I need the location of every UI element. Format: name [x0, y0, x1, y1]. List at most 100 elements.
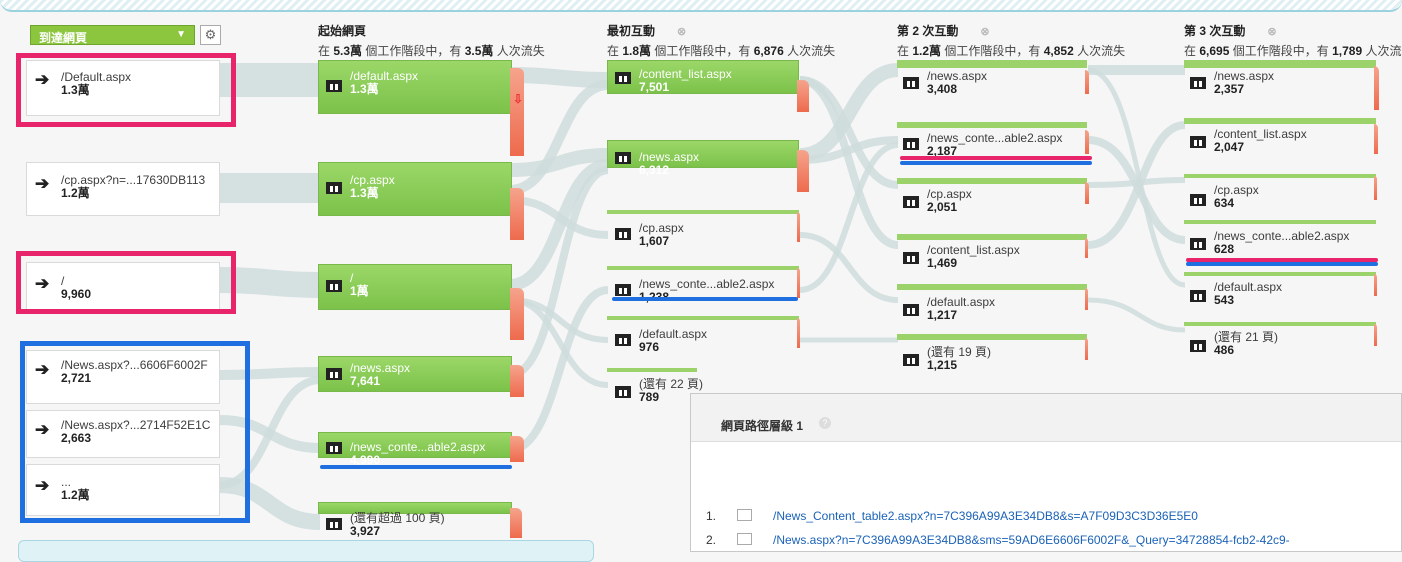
drop-arrow-icon: ⇩ — [513, 92, 524, 106]
chevron-down-icon: ▼ — [176, 29, 186, 40]
start-page-node[interactable]: /news_conte...able2.aspx 4,990 — [318, 432, 512, 467]
drop-off-bar[interactable] — [1085, 288, 1088, 310]
third-interaction-node[interactable]: (還有 21 頁) 486 — [1184, 322, 1376, 362]
panel-header: 網頁路徑層級 1 ? — [691, 394, 1401, 442]
first-interaction-node[interactable]: /default.aspx 976 — [607, 316, 799, 356]
drop-off-bar[interactable] — [510, 436, 524, 462]
start-page-label: (還有超過 100 頁) 3,927 — [350, 511, 445, 538]
page-icon — [1190, 340, 1206, 352]
page-icon — [903, 138, 919, 150]
drop-off-bar[interactable] — [797, 268, 800, 298]
path-link[interactable]: /News.aspx?n=7C396A99A3E34DB8&sms=59AD6E… — [773, 533, 1290, 547]
page-icon — [615, 72, 631, 84]
third-interaction-node[interactable]: /content_list.aspx 2,047 — [1184, 118, 1376, 158]
page-icon — [615, 228, 631, 240]
page-icon — [326, 280, 342, 292]
column-title: 第 3 次互動 — [1184, 24, 1246, 38]
third-interaction-node[interactable]: /default.aspx 543 — [1184, 272, 1376, 312]
blue-underline — [900, 161, 1092, 165]
second-interaction-node[interactable]: /cp.aspx 2,051 — [897, 178, 1087, 218]
page-icon — [326, 368, 342, 380]
page-icon — [615, 334, 631, 346]
page-icon — [903, 196, 919, 208]
page-icon — [1190, 194, 1206, 206]
third-interaction-node[interactable]: /cp.aspx 634 — [1184, 174, 1376, 214]
first-interaction-node[interactable]: (還有 22 頁) 789 — [607, 368, 703, 404]
drop-off-bar[interactable] — [797, 318, 800, 348]
second-interaction-node[interactable]: /news.aspx 3,408 — [897, 60, 1087, 100]
column-title: 第 2 次互動 — [897, 24, 959, 38]
first-interaction-node[interactable]: /content_list.aspx 7,501 — [607, 60, 799, 94]
third-interaction-node[interactable]: /news.aspx 2,357 — [1184, 60, 1376, 100]
blue-underline — [320, 465, 512, 469]
close-icon[interactable]: ⊗ — [1267, 25, 1276, 38]
entry-arrow-icon: ➔ — [35, 174, 50, 193]
drop-off-bar[interactable] — [1085, 70, 1089, 94]
panel-title: 網頁路徑層級 1 — [721, 419, 804, 433]
drop-off-bar[interactable] — [1085, 338, 1088, 360]
drop-off-bar[interactable] — [510, 365, 524, 397]
pink-highlight-box — [16, 53, 236, 127]
drop-off-bar[interactable] — [1374, 274, 1377, 296]
page-icon — [903, 252, 919, 264]
page-icon — [1190, 290, 1206, 302]
page-box-icon — [737, 533, 752, 545]
drop-off-bar[interactable] — [1085, 182, 1089, 204]
page-icon — [326, 518, 342, 530]
close-icon[interactable]: ⊗ — [677, 25, 686, 38]
drop-off-bar[interactable] — [797, 80, 809, 112]
drop-off-bar[interactable] — [510, 288, 524, 340]
blue-underline — [612, 297, 798, 301]
tooltip-bubble — [18, 540, 594, 562]
start-page-node[interactable]: /default.aspx 1.3萬 — [318, 60, 512, 114]
page-icon — [326, 182, 342, 194]
dimension-label: 到達網頁 — [39, 31, 88, 45]
drop-off-bar[interactable] — [1085, 238, 1088, 258]
dimension-dropdown[interactable]: 到達網頁 ▼ — [30, 25, 195, 45]
drop-off-bar[interactable] — [510, 188, 524, 240]
drop-off-bar[interactable] — [797, 150, 809, 192]
page-icon — [615, 284, 631, 296]
page-icon — [903, 354, 919, 366]
close-icon[interactable]: ⊗ — [980, 25, 989, 38]
second-interaction-node[interactable]: (還有 19 頁) 1,215 — [897, 334, 1087, 374]
page-icon — [903, 304, 919, 316]
start-page-node[interactable]: /1萬 — [318, 264, 512, 310]
first-interaction-node[interactable]: /cp.aspx 1,607 — [607, 210, 799, 250]
source-node[interactable]: ➔ /cp.aspx?n=...17630DB113 1.2萬 — [26, 162, 220, 216]
blue-highlight-box — [20, 341, 250, 523]
page-icon — [903, 77, 919, 89]
page-icon — [326, 80, 342, 92]
page-icon — [326, 442, 342, 454]
page-box-icon — [737, 509, 752, 521]
drop-off-bar[interactable] — [1085, 130, 1089, 154]
drop-off-bar[interactable] — [1374, 66, 1379, 110]
page-icon — [615, 152, 631, 164]
page-path-panel: 網頁路徑層級 1 ? 1. /News_Content_table2.aspx?… — [690, 393, 1402, 552]
column-title: 最初互動 — [607, 24, 656, 38]
third-interaction-node[interactable]: /news_conte...able2.aspx 628 — [1184, 220, 1376, 260]
page-icon — [615, 386, 631, 398]
page-icon — [1190, 136, 1206, 148]
drop-off-bar[interactable] — [1374, 176, 1377, 200]
drop-off-bar[interactable] — [1374, 324, 1377, 346]
second-interaction-node[interactable]: /content_list.aspx 1,469 — [897, 234, 1087, 274]
gear-icon[interactable]: ⚙ — [200, 25, 221, 45]
column-header-second-interaction: 第 2 次互動 ⊗ 在 1.2萬 個工作階段中，有 4,852 人次流失 — [897, 24, 1126, 58]
column-title: 起始網頁 — [318, 24, 367, 38]
pink-underline — [900, 156, 1092, 160]
drop-off-bar[interactable] — [510, 508, 522, 538]
start-page-node[interactable]: /cp.aspx 1.3萬 — [318, 162, 512, 216]
drop-off-bar[interactable] — [797, 212, 800, 242]
drop-off-bar[interactable] — [510, 68, 524, 156]
first-interaction-node[interactable]: /news.aspx 6,312 — [607, 140, 799, 177]
column-header-first-interaction: 最初互動 ⊗ 在 1.8萬 個工作階段中，有 6,876 人次流失 — [607, 24, 836, 58]
page-icon — [1190, 77, 1206, 89]
start-page-node[interactable]: /news.aspx 7,641 — [318, 356, 512, 392]
help-icon[interactable]: ? — [819, 417, 831, 429]
path-link[interactable]: /News_Content_table2.aspx?n=7C396A99A3E3… — [773, 509, 1198, 523]
second-interaction-node[interactable]: /default.aspx 1,217 — [897, 284, 1087, 324]
column-header-third-interaction: 第 3 次互動 ⊗ 在 6,695 個工作階段中，有 1,789 人次流 — [1184, 24, 1402, 58]
drop-off-bar[interactable] — [1374, 124, 1378, 154]
page-icon — [1190, 238, 1206, 250]
